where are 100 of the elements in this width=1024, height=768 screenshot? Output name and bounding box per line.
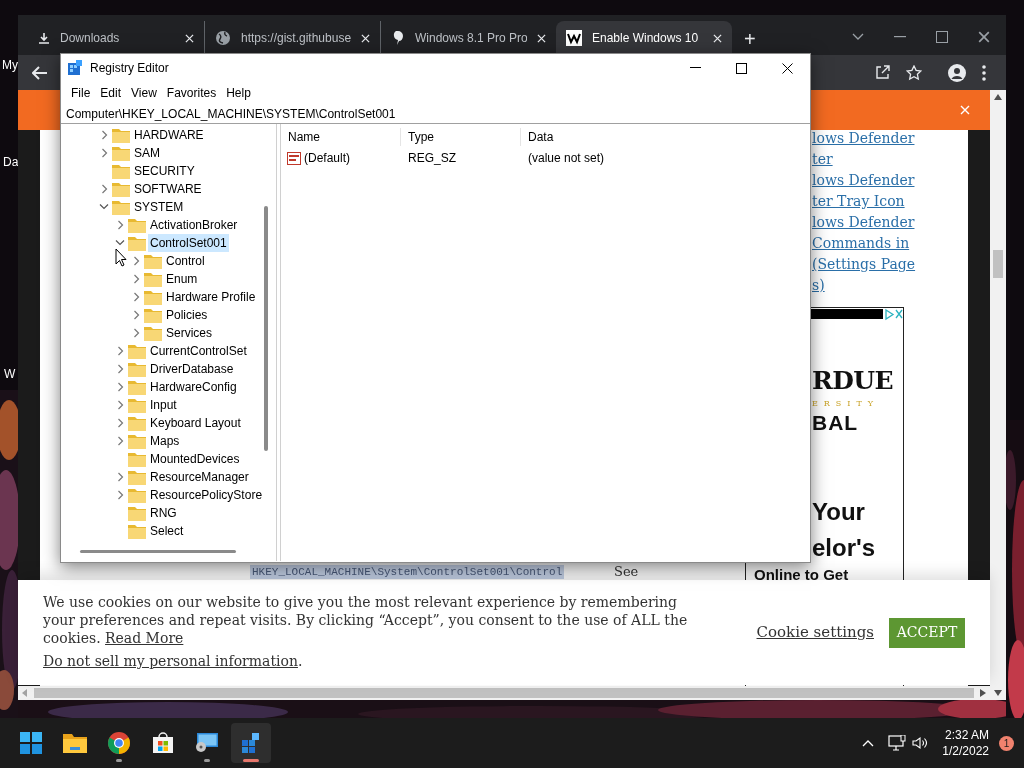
tree-item[interactable]: ResourcePolicyStore bbox=[148, 486, 265, 504]
folder-icon bbox=[128, 487, 146, 503]
browser-icon[interactable] bbox=[108, 732, 130, 754]
caret-up-icon[interactable] bbox=[862, 739, 875, 747]
network-icon[interactable] bbox=[888, 735, 907, 751]
window-title: Registry Editor bbox=[90, 60, 169, 77]
menu-item[interactable]: View bbox=[127, 84, 161, 102]
menu-icon[interactable] bbox=[982, 64, 986, 81]
browser-tab[interactable]: Enable Windows 10 bbox=[556, 21, 732, 55]
registry-icon[interactable] bbox=[240, 732, 262, 754]
tree-item[interactable]: SYSTEM bbox=[132, 198, 186, 216]
tree-item[interactable]: SECURITY bbox=[132, 162, 197, 180]
tree-item[interactable]: MountedDevices bbox=[148, 450, 242, 468]
address-bar[interactable]: Computer\HKEY_LOCAL_MACHINE\SYSTEM\ControlSet001 bbox=[61, 104, 810, 124]
tree-item[interactable]: Maps bbox=[148, 432, 182, 450]
article-link[interactable]: ter Tray Icon bbox=[812, 191, 905, 212]
value-type: REG_SZ bbox=[407, 150, 457, 167]
tree-item[interactable]: Hardware Profile bbox=[164, 288, 258, 306]
star-icon[interactable] bbox=[906, 64, 922, 81]
article-link[interactable]: lows Defender bbox=[812, 212, 915, 233]
scrollbar-thumb[interactable] bbox=[993, 250, 1003, 278]
article-link[interactable]: Commands in bbox=[812, 233, 910, 254]
folder-icon bbox=[112, 199, 130, 215]
arrow-right-icon[interactable] bbox=[980, 689, 986, 697]
tree-item[interactable]: SOFTWARE bbox=[132, 180, 204, 198]
download-icon bbox=[38, 32, 50, 44]
tree-item[interactable]: RNG bbox=[148, 504, 179, 522]
tree-item[interactable]: HardwareConfig bbox=[148, 378, 239, 396]
caret-down-icon[interactable] bbox=[852, 33, 864, 41]
folder-icon bbox=[128, 343, 146, 359]
tree-item[interactable]: Input bbox=[148, 396, 179, 414]
menu-item[interactable]: Help bbox=[222, 84, 255, 102]
chevron-down-icon[interactable] bbox=[114, 239, 126, 247]
arrow-up-icon[interactable] bbox=[994, 94, 1002, 100]
arrow-down-icon[interactable] bbox=[994, 690, 1002, 696]
folder-icon[interactable] bbox=[63, 733, 87, 753]
period-text: . bbox=[297, 652, 303, 671]
new-tab-button[interactable]: + bbox=[744, 29, 756, 49]
tree-item[interactable]: Control bbox=[164, 252, 207, 270]
article-link[interactable]: lows Defender bbox=[812, 170, 915, 191]
article-link[interactable]: s) bbox=[812, 275, 825, 296]
desktop-icon-label[interactable]: W bbox=[4, 368, 16, 380]
tree-item[interactable]: Policies bbox=[164, 306, 210, 324]
menu-item[interactable]: Edit bbox=[96, 84, 126, 102]
article-link[interactable]: (Settings Page bbox=[812, 254, 916, 275]
string-value-icon bbox=[287, 151, 301, 165]
minimize-icon[interactable] bbox=[689, 67, 701, 69]
ad-text: BAL bbox=[812, 412, 859, 433]
desktop-icon-label[interactable]: My bbox=[2, 59, 18, 71]
chevron-down-icon[interactable] bbox=[98, 203, 110, 211]
share-icon[interactable] bbox=[875, 65, 890, 80]
store-icon[interactable] bbox=[152, 732, 174, 754]
folder-icon bbox=[112, 181, 130, 197]
article-link[interactable]: lows Defender bbox=[812, 130, 915, 149]
tree-item[interactable]: ActivationBroker bbox=[148, 216, 240, 234]
accept-button[interactable]: ACCEPT bbox=[889, 617, 965, 648]
tree-item[interactable]: Services bbox=[164, 324, 214, 342]
profile-icon[interactable] bbox=[948, 63, 966, 82]
maximize-icon[interactable] bbox=[735, 62, 747, 74]
do-not-sell-link[interactable]: Do not sell my personal information bbox=[43, 651, 298, 672]
read-more-link[interactable]: Read More bbox=[105, 630, 184, 646]
close-icon[interactable] bbox=[978, 31, 990, 43]
close-icon[interactable] bbox=[781, 62, 793, 74]
tab-title: Downloads bbox=[60, 30, 121, 47]
monitor-icon[interactable] bbox=[195, 732, 219, 754]
vertical-scrollbar[interactable] bbox=[990, 90, 1006, 700]
menu-item[interactable]: Favorites bbox=[162, 84, 221, 102]
folder-icon bbox=[128, 217, 146, 233]
desktop-icon-label[interactable]: Da bbox=[3, 156, 19, 168]
browser-tab[interactable]: Downloads bbox=[28, 21, 204, 55]
tree-item[interactable]: ResourceManager bbox=[148, 468, 251, 486]
tree-item[interactable]: CurrentControlSet bbox=[148, 342, 249, 360]
folder-icon bbox=[112, 127, 130, 143]
tree-item[interactable]: Enum bbox=[164, 270, 200, 288]
menu-item[interactable]: File bbox=[67, 84, 95, 102]
cookie-settings-link[interactable]: Cookie settings bbox=[756, 621, 874, 644]
tree-item[interactable]: HARDWARE bbox=[132, 126, 206, 144]
tree-item[interactable]: SAM bbox=[132, 144, 162, 162]
column-header[interactable]: Name bbox=[281, 128, 401, 146]
value-name: (Default) bbox=[304, 150, 350, 167]
taskbar-button[interactable] bbox=[231, 723, 271, 763]
scrollbar-thumb[interactable] bbox=[264, 206, 268, 451]
speaker-icon[interactable] bbox=[912, 736, 929, 750]
folder-icon bbox=[128, 469, 146, 485]
scrollbar-thumb[interactable] bbox=[80, 550, 236, 553]
article-link[interactable]: ter bbox=[812, 149, 833, 170]
tree-item[interactable]: Keyboard Layout bbox=[148, 414, 243, 432]
column-header[interactable]: Data bbox=[521, 128, 641, 146]
column-header[interactable]: Type bbox=[401, 128, 521, 146]
tab-title: https://gist.githubuse bbox=[241, 30, 351, 47]
tree-item[interactable]: DriverDatabase bbox=[148, 360, 236, 378]
notification-badge[interactable]: 1 bbox=[999, 735, 1014, 751]
start-icon[interactable] bbox=[20, 732, 42, 754]
folder-icon bbox=[112, 163, 130, 179]
tree-item[interactable]: ControlSet001 bbox=[148, 234, 229, 252]
folder-icon bbox=[128, 415, 146, 431]
horizontal-scrollbar[interactable] bbox=[18, 686, 990, 700]
tree-item[interactable]: Select bbox=[148, 522, 186, 540]
maximize-icon[interactable] bbox=[936, 31, 948, 43]
back-icon[interactable] bbox=[32, 65, 48, 80]
